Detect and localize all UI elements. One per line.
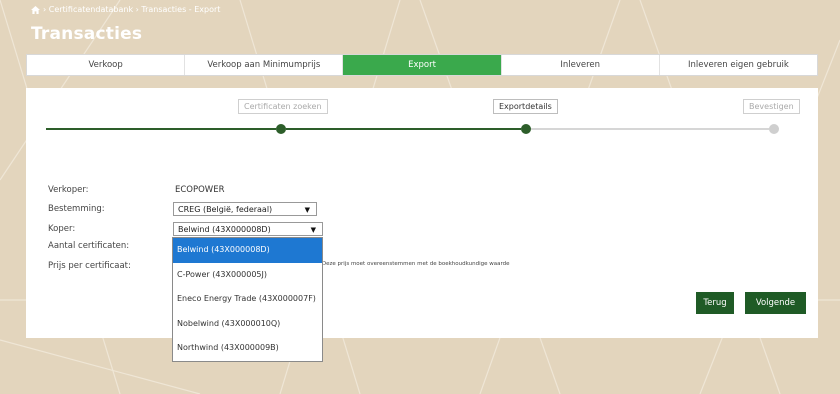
- seller-label: Verkoper:: [48, 185, 89, 195]
- destination-select[interactable]: CREG (België, federaal) ▼: [173, 202, 317, 216]
- buyer-select[interactable]: Belwind (43X000008D) ▼: [173, 222, 323, 236]
- page-title: Transacties: [31, 24, 143, 44]
- export-panel: Certificaten zoeken Exportdetails Bevest…: [26, 88, 818, 338]
- step-dot-exportdetails: [521, 124, 531, 134]
- price-label: Prijs per certificaat:: [48, 261, 131, 271]
- tab-verkoop[interactable]: Verkoop: [27, 55, 186, 75]
- buyer-option[interactable]: Nobelwind (43X000010Q): [173, 312, 322, 337]
- step-dot-certificaten-zoeken: [276, 124, 286, 134]
- breadcrumb-text[interactable]: › Certificatendatabank › Transacties - E…: [43, 5, 220, 14]
- step-label-certificaten-zoeken: Certificaten zoeken: [238, 99, 328, 114]
- buyer-option[interactable]: Belwind (43X000008D): [173, 238, 322, 263]
- tab-inleveren-eigen-gebruik[interactable]: Inleveren eigen gebruik: [660, 55, 817, 75]
- tab-inleveren[interactable]: Inleveren: [502, 55, 660, 75]
- buyer-option[interactable]: C-Power (43X000005J): [173, 263, 322, 288]
- destination-select-value: CREG (België, federaal): [178, 205, 273, 214]
- buyer-dropdown-list: Belwind (43X000008D) C-Power (43X000005J…: [172, 237, 323, 362]
- buyer-option[interactable]: Northwind (43X000009B): [173, 336, 322, 361]
- progress-stepper: Certificaten zoeken Exportdetails Bevest…: [26, 88, 818, 148]
- quantity-label: Aantal certificaten:: [48, 241, 130, 251]
- back-button[interactable]: Terug: [696, 292, 734, 314]
- step-label-exportdetails: Exportdetails: [493, 99, 558, 114]
- tab-export[interactable]: Export: [343, 55, 502, 75]
- destination-label: Bestemming:: [48, 204, 105, 214]
- stepper-line: [531, 128, 769, 130]
- step-dot-bevestigen: [769, 124, 779, 134]
- next-button[interactable]: Volgende: [745, 292, 806, 314]
- tab-verkoop-minimumprijs[interactable]: Verkoop aan Minimumprijs: [185, 55, 344, 75]
- transaction-tabs: Verkoop Verkoop aan Minimumprijs Export …: [26, 54, 818, 76]
- buyer-select-value: Belwind (43X000008D): [178, 225, 271, 234]
- step-label-bevestigen: Bevestigen: [743, 99, 800, 114]
- dropdown-arrow-icon: ▼: [304, 206, 310, 214]
- stepper-line: [46, 128, 276, 130]
- seller-value: ECOPOWER: [175, 185, 225, 195]
- price-note: ) Deze prijs moet overeenstemmen met de …: [318, 261, 510, 267]
- stepper-line: [286, 128, 521, 130]
- home-icon[interactable]: [31, 5, 40, 14]
- buyer-option[interactable]: Eneco Energy Trade (43X000007F): [173, 287, 322, 312]
- buyer-label: Koper:: [48, 224, 76, 234]
- dropdown-arrow-icon: ▼: [310, 226, 316, 234]
- breadcrumb: › Certificatendatabank › Transacties - E…: [31, 5, 220, 14]
